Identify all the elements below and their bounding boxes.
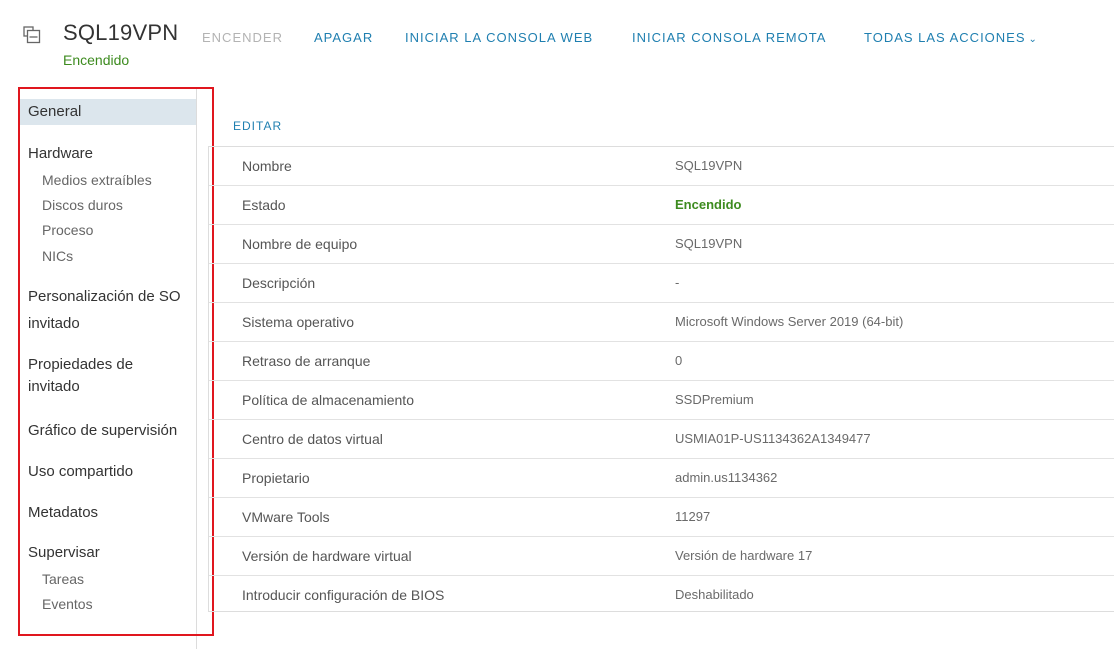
properties-table: Nombre SQL19VPN Estado Encendido Nombre … <box>208 146 1114 612</box>
sidebar-item-monitoring-graph[interactable]: Gráfico de supervisión <box>28 422 177 439</box>
row-value: Microsoft Windows Server 2019 (64-bit) <box>675 314 904 329</box>
table-row: Sistema operativo Microsoft Windows Serv… <box>209 303 1114 342</box>
table-row: VMware Tools 11297 <box>209 498 1114 537</box>
sidebar-divider <box>196 87 197 649</box>
table-row: Versión de hardware virtual Versión de h… <box>209 537 1114 576</box>
table-row: Descripción - <box>209 264 1114 303</box>
sidebar-item-events[interactable]: Eventos <box>42 596 93 612</box>
vm-header: SQL19VPN Encendido ENCENDER APAGAR INICI… <box>0 0 1114 78</box>
all-actions-label: TODAS LAS ACCIONES <box>864 30 1026 45</box>
table-row: Centro de datos virtual USMIA01P-US11343… <box>209 420 1114 459</box>
sidebar-item-hardware[interactable]: Hardware <box>28 145 93 162</box>
all-actions-dropdown[interactable]: TODAS LAS ACCIONES ⌄ <box>864 30 1038 45</box>
row-key: Nombre de equipo <box>242 236 358 252</box>
row-key: Centro de datos virtual <box>242 431 383 447</box>
sidebar-item-os-customization-line1: Personalización de SO <box>28 288 181 305</box>
table-row: Retraso de arranque 0 <box>209 342 1114 381</box>
sidebar-item-guest-properties-line2: invitado <box>28 378 80 395</box>
sidebar-item-metadata[interactable]: Metadatos <box>28 504 98 521</box>
sidebar-item-tasks[interactable]: Tareas <box>42 571 84 587</box>
sidebar-item-processing[interactable]: Proceso <box>42 222 93 238</box>
sidebar-item-sharing[interactable]: Uso compartido <box>28 463 133 480</box>
sidebar-item-hard-disks[interactable]: Discos duros <box>42 197 123 213</box>
row-key: Nombre <box>242 158 292 174</box>
power-on-button[interactable]: ENCENDER <box>202 30 283 45</box>
chevron-down-icon: ⌄ <box>1028 34 1038 45</box>
sidebar-item-removable-media[interactable]: Medios extraíbles <box>42 172 152 188</box>
row-value: SQL19VPN <box>675 236 743 251</box>
row-key: Descripción <box>242 275 316 291</box>
row-key: Propietario <box>242 470 310 486</box>
row-key: Retraso de arranque <box>242 353 371 369</box>
row-value: - <box>675 275 680 290</box>
row-key: Sistema operativo <box>242 314 355 330</box>
row-key: Política de almacenamiento <box>242 392 414 408</box>
row-key: Estado <box>242 197 286 213</box>
row-key: Introducir configuración de BIOS <box>242 587 445 603</box>
row-value: SQL19VPN <box>675 158 743 173</box>
row-value: USMIA01P-US1134362A1349477 <box>675 431 871 446</box>
vm-status: Encendido <box>63 52 130 68</box>
web-console-button[interactable]: INICIAR LA CONSOLA WEB <box>405 30 593 45</box>
sidebar-item-os-customization-line2: invitado <box>28 315 80 332</box>
table-row: Política de almacenamiento SSDPremium <box>209 381 1114 420</box>
row-value: SSDPremium <box>675 392 754 407</box>
row-value: Deshabilitado <box>675 587 754 602</box>
sidebar-item-guest-properties-line1: Propiedades de <box>28 356 134 373</box>
row-value: admin.us1134362 <box>675 470 778 485</box>
table-row: Nombre de equipo SQL19VPN <box>209 225 1114 264</box>
sidebar-item-monitor[interactable]: Supervisar <box>28 544 100 561</box>
table-row: Estado Encendido <box>209 186 1114 225</box>
table-row: Propietario admin.us1134362 <box>209 459 1114 498</box>
sidebar-item-general[interactable]: General <box>28 103 81 120</box>
row-value: 0 <box>675 353 683 368</box>
vm-icon <box>23 26 41 44</box>
edit-button[interactable]: EDITAR <box>233 119 282 133</box>
row-key: Versión de hardware virtual <box>242 548 412 564</box>
table-row: Introducir configuración de BIOS Deshabi… <box>209 576 1114 615</box>
table-row: Nombre SQL19VPN <box>209 147 1114 186</box>
row-value: 11297 <box>675 509 711 524</box>
power-off-button[interactable]: APAGAR <box>314 30 373 45</box>
sidebar-item-nics[interactable]: NICs <box>42 248 73 264</box>
remote-console-button[interactable]: INICIAR CONSOLA REMOTA <box>632 30 826 45</box>
page-title: SQL19VPN <box>63 20 179 45</box>
sidebar-item-os-customization[interactable]: Personalización de SO invitado <box>28 288 181 332</box>
row-key: VMware Tools <box>242 509 330 525</box>
row-value-status: Encendido <box>675 197 742 212</box>
row-value: Versión de hardware 17 <box>675 548 813 563</box>
sidebar-item-guest-properties[interactable]: Propiedades de invitado <box>28 356 133 395</box>
